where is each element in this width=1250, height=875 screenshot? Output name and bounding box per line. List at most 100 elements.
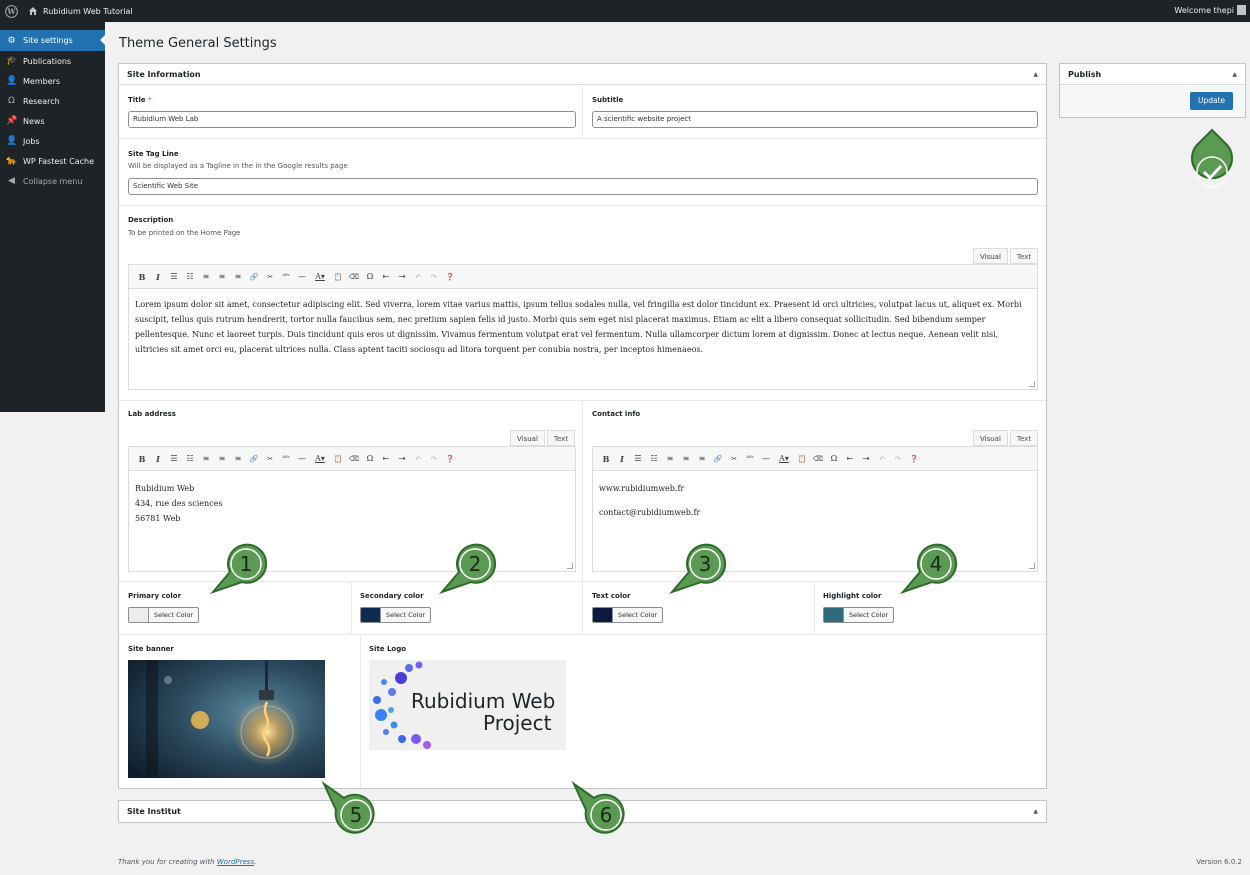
tab-text[interactable]: Text xyxy=(1009,430,1039,446)
indent-icon[interactable]: ⇥ xyxy=(394,451,410,467)
publish-header[interactable]: Publish ▲ xyxy=(1060,64,1245,85)
text-color-picker[interactable]: Select Color xyxy=(592,607,664,623)
unlink-icon[interactable]: ✂ xyxy=(262,269,278,285)
bullet-list-icon[interactable]: ☰ xyxy=(166,269,182,285)
bold-icon[interactable]: B xyxy=(134,451,150,467)
help-icon[interactable]: ❓ xyxy=(442,269,458,285)
paste-icon[interactable]: 📋 xyxy=(794,451,810,467)
align-right-icon[interactable]: ≡ xyxy=(230,269,246,285)
text-color-icon[interactable]: A▾ xyxy=(774,451,794,467)
italic-icon[interactable]: I xyxy=(150,269,166,285)
user-account-menu[interactable]: Welcome thepi xyxy=(1174,5,1246,15)
site-banner-image[interactable] xyxy=(128,660,325,778)
align-center-icon[interactable]: ≡ xyxy=(678,451,694,467)
link-icon[interactable]: 🔗 xyxy=(246,269,262,285)
bullet-list-icon[interactable]: ☰ xyxy=(630,451,646,467)
text-color-icon[interactable]: A▾ xyxy=(310,451,330,467)
lab-address-text[interactable]: Rubidium Web 434, rue des sciences 56781… xyxy=(135,481,567,526)
resize-handle[interactable] xyxy=(1029,381,1035,387)
help-icon[interactable]: ❓ xyxy=(442,451,458,467)
align-left-icon[interactable]: ≡ xyxy=(198,269,214,285)
resize-handle[interactable] xyxy=(1029,563,1035,569)
collapse-menu-button[interactable]: ◀ Collapse menu xyxy=(0,171,105,191)
align-left-icon[interactable]: ≡ xyxy=(662,451,678,467)
undo-icon[interactable]: ↶ xyxy=(874,451,890,467)
undo-icon[interactable]: ↶ xyxy=(410,451,426,467)
horizontal-line-icon[interactable]: — xyxy=(758,451,774,467)
primary-color-picker[interactable]: Select Color xyxy=(128,607,200,623)
collapse-caret-icon[interactable]: ▲ xyxy=(1232,71,1237,78)
resize-handle[interactable] xyxy=(567,563,573,569)
update-button[interactable]: Update xyxy=(1190,92,1234,110)
title-input[interactable]: Rubidium Web Lab xyxy=(128,111,576,128)
link-icon[interactable]: 🔗 xyxy=(246,451,262,467)
sidebar-item-publications[interactable]: 🎓 Publications xyxy=(0,51,105,71)
numbered-list-icon[interactable]: ☷ xyxy=(182,451,198,467)
special-char-icon[interactable]: Ω xyxy=(362,451,378,467)
align-left-icon[interactable]: ≡ xyxy=(198,451,214,467)
align-right-icon[interactable]: ≡ xyxy=(230,451,246,467)
paste-icon[interactable]: 📋 xyxy=(330,451,346,467)
horizontal-line-icon[interactable]: — xyxy=(294,269,310,285)
align-center-icon[interactable]: ≡ xyxy=(214,451,230,467)
sidebar-item-jobs[interactable]: 👤 Jobs xyxy=(0,131,105,151)
align-right-icon[interactable]: ≡ xyxy=(694,451,710,467)
eraser-icon[interactable]: ⌫ xyxy=(346,269,362,285)
site-information-header[interactable]: Site Information ▲ xyxy=(119,64,1046,85)
tab-text[interactable]: Text xyxy=(546,430,576,446)
numbered-list-icon[interactable]: ☷ xyxy=(182,269,198,285)
align-center-icon[interactable]: ≡ xyxy=(214,269,230,285)
subtitle-input[interactable]: A scientific website project xyxy=(592,111,1038,128)
admin-bar-site-link[interactable]: Rubidium Web Tutorial xyxy=(28,6,133,16)
redo-icon[interactable]: ↷ xyxy=(890,451,906,467)
redo-icon[interactable]: ↷ xyxy=(426,269,442,285)
strikethrough-icon[interactable]: ᴬᴮᶜ xyxy=(278,269,294,285)
sidebar-item-site-settings[interactable]: ⚙ Site settings xyxy=(0,30,105,51)
eraser-icon[interactable]: ⌫ xyxy=(346,451,362,467)
tagline-input[interactable]: Scientific Web Site xyxy=(128,178,1038,195)
collapse-caret-icon[interactable]: ▲ xyxy=(1033,71,1038,78)
unlink-icon[interactable]: ✂ xyxy=(726,451,742,467)
text-color-icon[interactable]: A▾ xyxy=(310,269,330,285)
tab-visual[interactable]: Visual xyxy=(973,430,1008,446)
special-char-icon[interactable]: Ω xyxy=(362,269,378,285)
collapse-caret-icon[interactable]: ▲ xyxy=(1033,808,1038,815)
indent-icon[interactable]: ⇥ xyxy=(858,451,874,467)
bold-icon[interactable]: B xyxy=(598,451,614,467)
contact-info-editor[interactable]: B I ☰ ☷ ≡ ≡ ≡ 🔗 ✂ ᴬᴮᶜ — A▾ 📋 ⌫ Ω ⇤ ⇥ ↶ ↷ ❓ www.rubidiumweb.… xyxy=(592,446,1038,572)
secondary-color-picker[interactable]: Select Color xyxy=(360,607,432,623)
strikethrough-icon[interactable]: ᴬᴮᶜ xyxy=(278,451,294,467)
description-text[interactable]: Lorem ipsum dolor sit amet, consectetur … xyxy=(135,297,1029,357)
paste-icon[interactable]: 📋 xyxy=(330,269,346,285)
outdent-icon[interactable]: ⇤ xyxy=(378,451,394,467)
redo-icon[interactable]: ↷ xyxy=(426,451,442,467)
horizontal-line-icon[interactable]: — xyxy=(294,451,310,467)
wordpress-logo-icon[interactable]: W xyxy=(0,0,22,22)
undo-icon[interactable]: ↶ xyxy=(410,269,426,285)
site-logo-image[interactable]: Rubidium Web Project xyxy=(369,660,566,750)
italic-icon[interactable]: I xyxy=(150,451,166,467)
strikethrough-icon[interactable]: ᴬᴮᶜ xyxy=(742,451,758,467)
sidebar-item-wp-fastest-cache[interactable]: 🐆 WP Fastest Cache xyxy=(0,151,105,171)
outdent-icon[interactable]: ⇤ xyxy=(378,269,394,285)
bold-icon[interactable]: B xyxy=(134,269,150,285)
wordpress-link[interactable]: WordPress xyxy=(217,858,254,866)
tab-visual[interactable]: Visual xyxy=(973,248,1008,264)
sidebar-item-research[interactable]: Ω Research xyxy=(0,91,105,111)
tab-visual[interactable]: Visual xyxy=(510,430,545,446)
eraser-icon[interactable]: ⌫ xyxy=(810,451,826,467)
highlight-color-picker[interactable]: Select Color xyxy=(823,607,895,623)
special-char-icon[interactable]: Ω xyxy=(826,451,842,467)
sidebar-item-news[interactable]: 📌 News xyxy=(0,111,105,131)
help-icon[interactable]: ❓ xyxy=(906,451,922,467)
tab-text[interactable]: Text xyxy=(1009,248,1039,264)
sidebar-item-members[interactable]: 👤 Members xyxy=(0,71,105,91)
unlink-icon[interactable]: ✂ xyxy=(262,451,278,467)
outdent-icon[interactable]: ⇤ xyxy=(842,451,858,467)
contact-info-text[interactable]: www.rubidiumweb.fr contact@rubidiumweb.f… xyxy=(599,481,1029,520)
bullet-list-icon[interactable]: ☰ xyxy=(166,451,182,467)
numbered-list-icon[interactable]: ☷ xyxy=(646,451,662,467)
description-editor[interactable]: B I ☰ ☷ ≡ ≡ ≡ 🔗 ✂ ᴬᴮᶜ — A▾ 📋 ⌫ Ω ⇤ ⇥ ↶ ↷ ❓ Lorem ipsum dolo… xyxy=(128,264,1038,390)
italic-icon[interactable]: I xyxy=(614,451,630,467)
lab-address-editor[interactable]: B I ☰ ☷ ≡ ≡ ≡ 🔗 ✂ ᴬᴮᶜ — A▾ 📋 ⌫ Ω ⇤ ⇥ ↶ ↷ ❓ Rubidium Web 434… xyxy=(128,446,576,572)
